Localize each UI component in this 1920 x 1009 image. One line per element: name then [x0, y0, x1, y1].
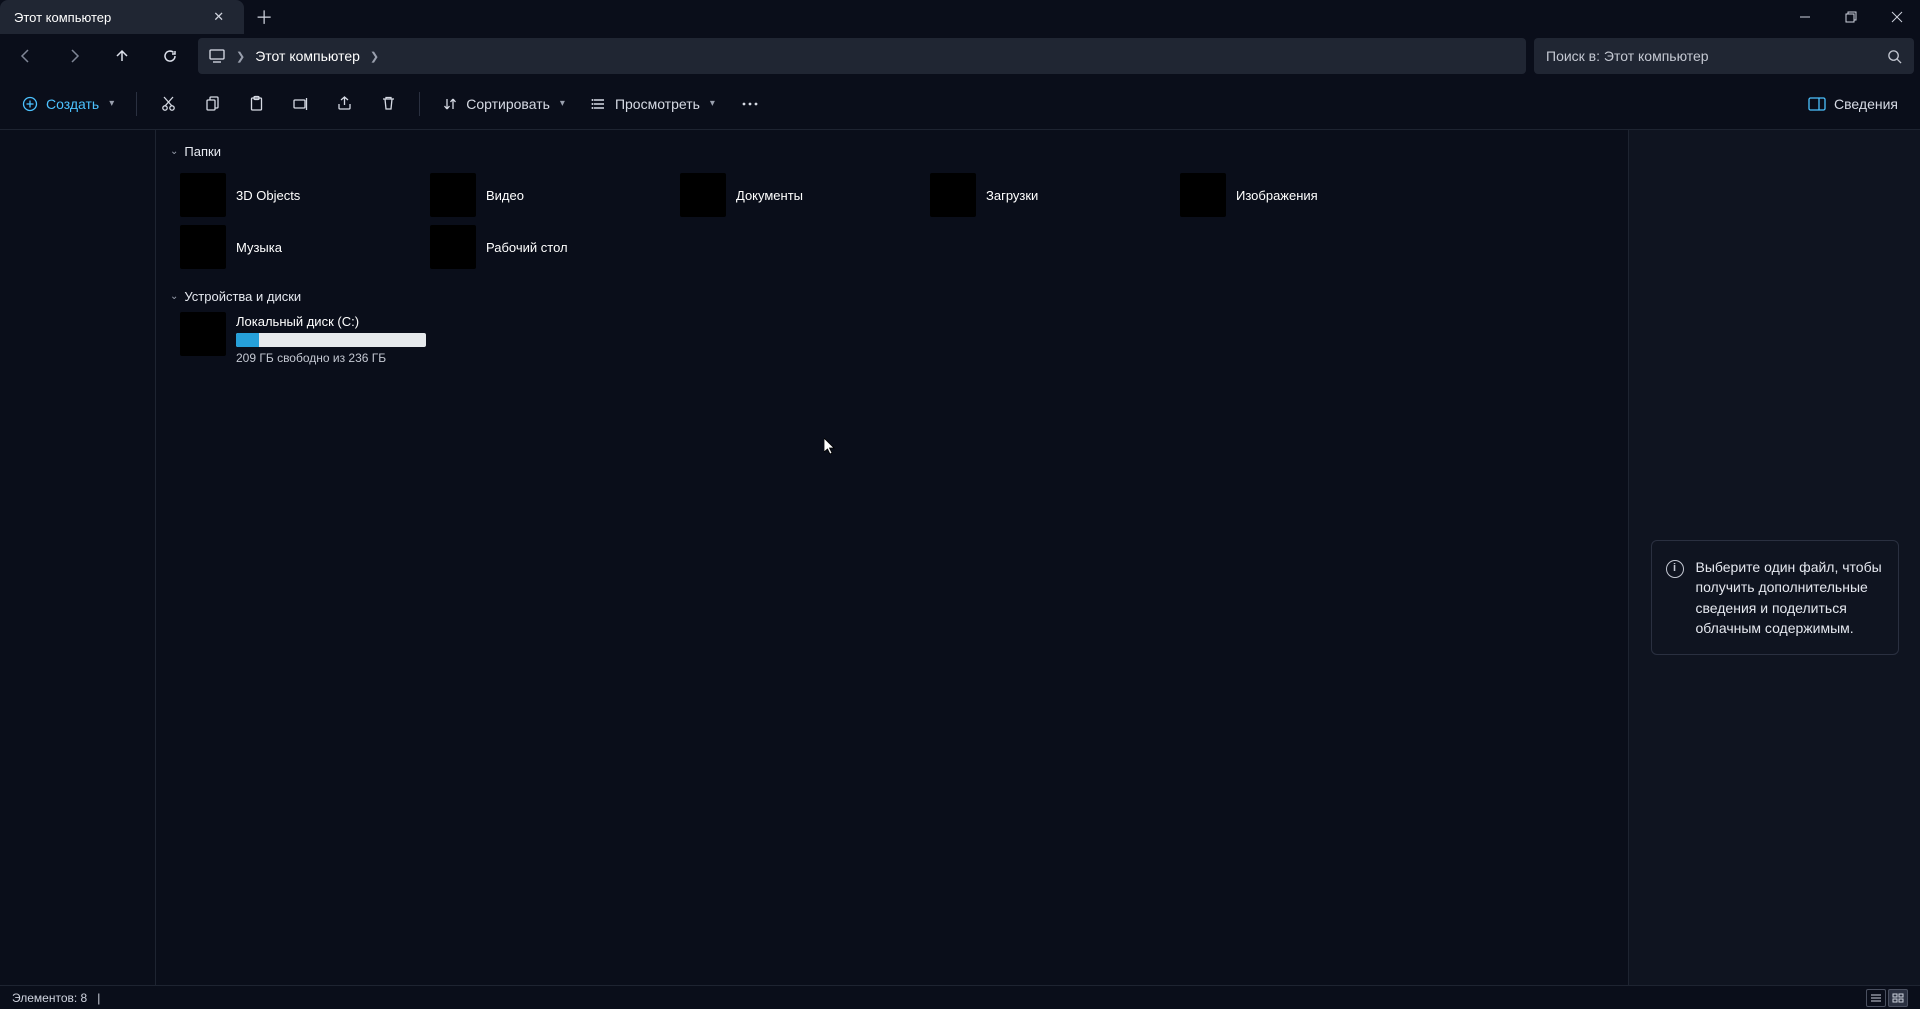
explorer-body: ⌄ Папки 3D Objects Видео Документы Загру… [0, 130, 1920, 985]
folder-downloads[interactable]: Загрузки [924, 169, 1174, 221]
close-window-button[interactable] [1874, 0, 1920, 34]
chevron-right-icon[interactable]: ❯ [236, 50, 245, 63]
folder-icon [180, 225, 226, 269]
view-mode-toggle [1866, 989, 1908, 1007]
tabstrip: Этот компьютер ✕ ＋ [0, 0, 284, 34]
content-area[interactable]: ⌄ Папки 3D Objects Видео Документы Загру… [156, 130, 1628, 985]
details-label: Сведения [1834, 96, 1898, 112]
close-tab-icon[interactable]: ✕ [207, 7, 230, 27]
details-empty-message: i Выберите один файл, чтобы получить доп… [1651, 540, 1899, 655]
forward-button[interactable] [54, 38, 94, 74]
search-icon[interactable] [1887, 49, 1902, 64]
view-label: Просмотреть [615, 96, 700, 112]
details-message-text: Выберите один файл, чтобы получить допол… [1696, 557, 1884, 638]
details-pane-toggle[interactable]: Сведения [1798, 90, 1908, 118]
drive-c[interactable]: Локальный диск (C:) 209 ГБ свободно из 2… [174, 310, 594, 367]
folder-label: Видео [486, 188, 524, 203]
navigation-row: ❯ Этот компьютер ❯ [0, 34, 1920, 78]
info-icon: i [1666, 560, 1684, 578]
group-header-folders[interactable]: ⌄ Папки [156, 138, 1628, 165]
folder-label: Рабочий стол [486, 240, 568, 255]
view-details-button[interactable] [1866, 989, 1886, 1007]
folder-label: Музыка [236, 240, 282, 255]
drive-icon [180, 312, 226, 356]
sort-label: Сортировать [466, 96, 550, 112]
status-divider: | [97, 991, 100, 1005]
pc-icon [208, 47, 226, 65]
folder-icon [430, 173, 476, 217]
breadcrumb-bar[interactable]: ❯ Этот компьютер ❯ [198, 38, 1526, 74]
up-button[interactable] [102, 38, 142, 74]
group-drives-label: Устройства и диски [184, 289, 301, 304]
folder-icon [930, 173, 976, 217]
toolbar-divider [419, 92, 420, 116]
folders-grid: 3D Objects Видео Документы Загрузки Изоб… [156, 165, 1628, 283]
chevron-down-icon: ▾ [109, 98, 114, 109]
view-tiles-button[interactable] [1888, 989, 1908, 1007]
refresh-button[interactable] [150, 38, 190, 74]
folder-icon [180, 173, 226, 217]
chevron-down-icon: ⌄ [170, 291, 178, 302]
status-bar: Элементов: 8 | [0, 985, 1920, 1009]
folder-label: Документы [736, 188, 803, 203]
folder-videos[interactable]: Видео [424, 169, 674, 221]
folder-documents[interactable]: Документы [674, 169, 924, 221]
copy-button[interactable] [193, 89, 231, 118]
back-button[interactable] [6, 38, 46, 74]
details-preview-area [1629, 130, 1920, 476]
folder-3d-objects[interactable]: 3D Objects [174, 169, 424, 221]
details-pane: i Выберите один файл, чтобы получить доп… [1628, 130, 1920, 985]
chevron-down-icon: ⌄ [170, 146, 178, 157]
drive-body: Локальный диск (C:) 209 ГБ свободно из 2… [236, 312, 588, 365]
rename-button[interactable] [281, 89, 319, 118]
navigation-pane[interactable] [0, 130, 156, 985]
folder-pictures[interactable]: Изображения [1174, 169, 1424, 221]
folder-music[interactable]: Музыка [174, 221, 424, 273]
status-item-count: Элементов: 8 [12, 991, 87, 1005]
minimize-button[interactable] [1782, 0, 1828, 34]
drive-used-fill [236, 333, 259, 347]
folder-desktop[interactable]: Рабочий стол [424, 221, 674, 273]
folder-icon [1180, 173, 1226, 217]
folder-icon [680, 173, 726, 217]
drive-name: Локальный диск (C:) [236, 314, 588, 329]
group-folders-label: Папки [184, 144, 221, 159]
paste-button[interactable] [237, 89, 275, 118]
titlebar-drag-region[interactable] [284, 0, 1782, 34]
folder-label: Загрузки [986, 188, 1038, 203]
chevron-down-icon: ▾ [560, 98, 565, 109]
tab-title: Этот компьютер [14, 10, 111, 25]
drive-capacity-bar [236, 333, 426, 347]
breadcrumb-this-pc[interactable]: Этот компьютер [255, 48, 360, 64]
chevron-down-icon: ▾ [710, 98, 715, 109]
window-controls [1782, 0, 1920, 34]
folder-label: Изображения [1236, 188, 1318, 203]
new-button[interactable]: Создать ▾ [12, 90, 124, 118]
folder-label: 3D Objects [236, 188, 300, 203]
folder-icon [430, 225, 476, 269]
cut-button[interactable] [149, 89, 187, 118]
group-header-drives[interactable]: ⌄ Устройства и диски [156, 283, 1628, 310]
tab-this-pc[interactable]: Этот компьютер ✕ [0, 0, 244, 34]
titlebar: Этот компьютер ✕ ＋ [0, 0, 1920, 34]
command-bar: Создать ▾ Сортировать ▾ Просмотреть ▾ Св… [0, 78, 1920, 130]
search-box[interactable] [1534, 38, 1914, 74]
new-label: Создать [46, 96, 99, 112]
more-button[interactable] [731, 95, 769, 113]
delete-button[interactable] [369, 89, 407, 118]
search-input[interactable] [1546, 48, 1879, 64]
new-tab-button[interactable]: ＋ [244, 0, 284, 34]
share-button[interactable] [325, 89, 363, 118]
sort-button[interactable]: Сортировать ▾ [432, 90, 575, 118]
drive-free-text: 209 ГБ свободно из 236 ГБ [236, 351, 588, 365]
chevron-right-icon[interactable]: ❯ [370, 50, 379, 63]
toolbar-divider [136, 92, 137, 116]
view-button[interactable]: Просмотреть ▾ [581, 90, 725, 118]
maximize-button[interactable] [1828, 0, 1874, 34]
